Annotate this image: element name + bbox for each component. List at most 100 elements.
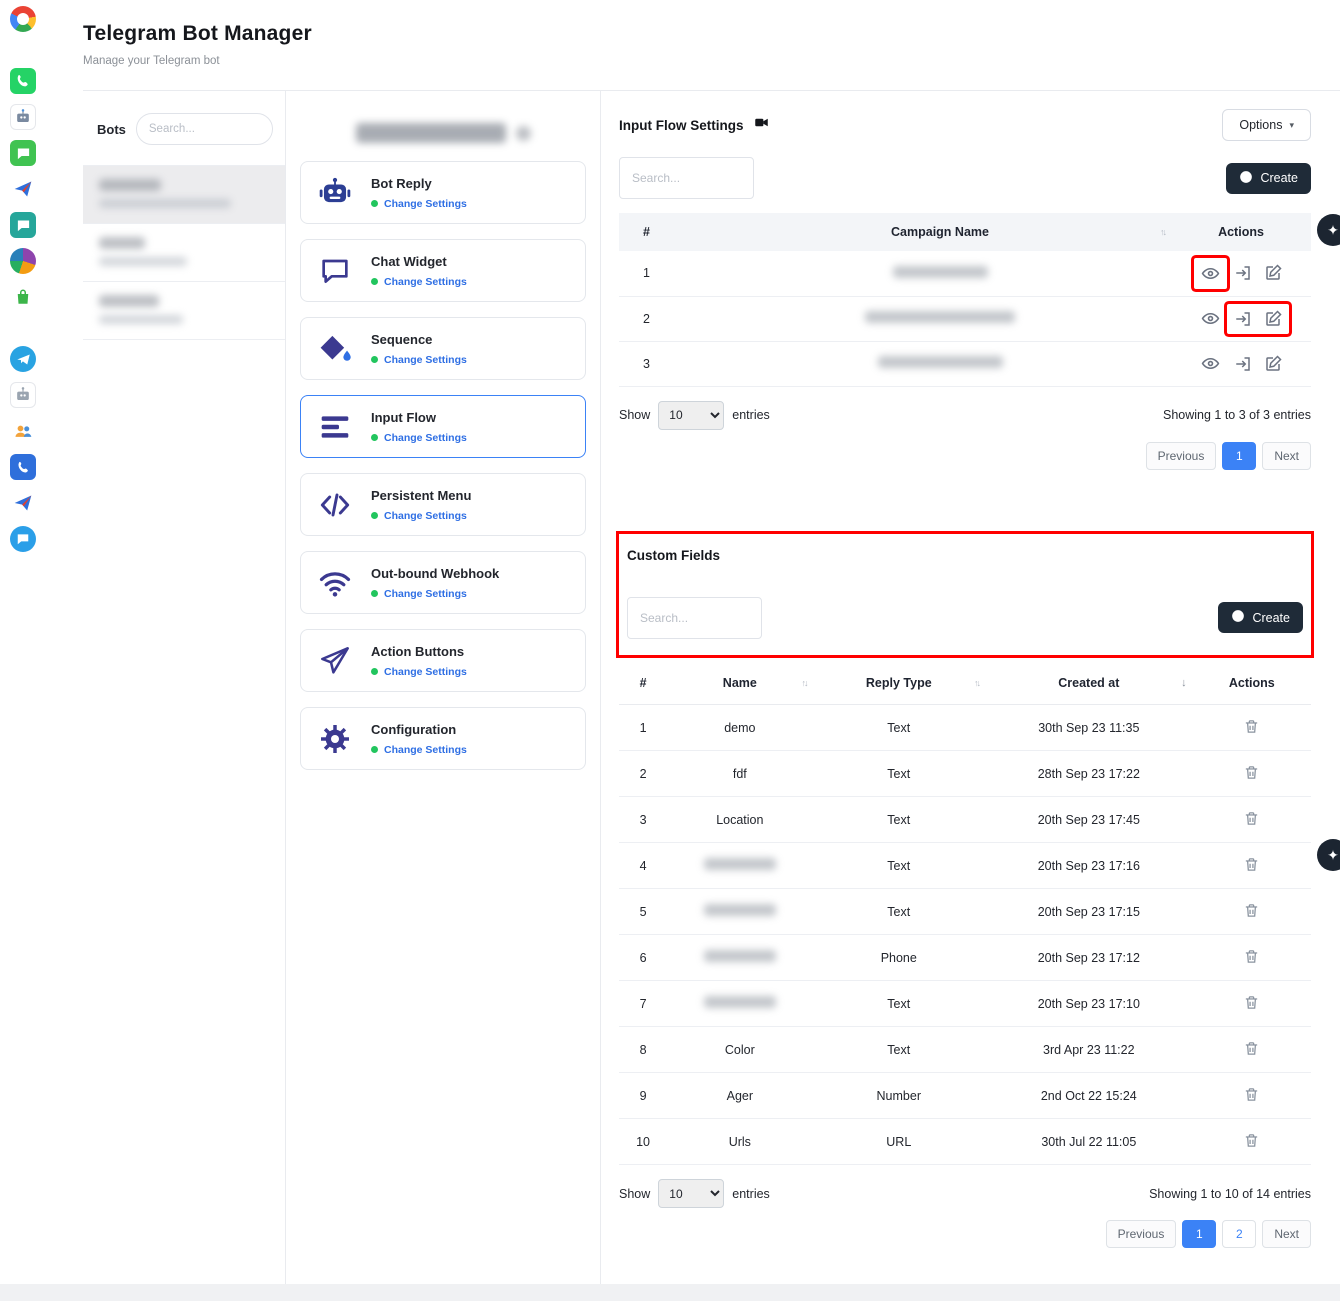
change-settings-link[interactable]: Change Settings [384, 432, 467, 444]
create-campaign-button[interactable]: Create [1226, 163, 1311, 194]
export-button[interactable] [1234, 264, 1252, 282]
status-dot [371, 356, 378, 363]
view-button[interactable] [1201, 354, 1220, 373]
change-settings-link[interactable]: Change Settings [384, 276, 467, 288]
page-1-button[interactable]: 1 [1222, 442, 1256, 470]
custom-fields-pagination: Previous 1 2 Next [619, 1220, 1311, 1248]
custom-fields-title: Custom Fields [627, 548, 1303, 563]
per-page-select[interactable]: 10 [658, 1179, 724, 1208]
custom-field-row: 8 Color Text 3rd Apr 23 11:22 [619, 1027, 1311, 1073]
delete-button[interactable] [1243, 1132, 1260, 1149]
menu-card-persistent-menu[interactable]: Persistent Menu Change Settings [300, 473, 586, 536]
whatsapp-icon[interactable] [10, 68, 36, 94]
row-number: 2 [619, 751, 667, 797]
sort-icon[interactable]: ↑↓ [1160, 227, 1165, 237]
delete-button[interactable] [1243, 1086, 1260, 1103]
menu-card-sequence[interactable]: Sequence Change Settings [300, 317, 586, 380]
delete-button[interactable] [1243, 856, 1260, 873]
export-edit-action-group [1227, 258, 1289, 288]
shopping-bag-icon[interactable] [10, 284, 36, 310]
bots-search-input[interactable] [136, 113, 273, 145]
redacted-bot-name [99, 295, 159, 307]
app-icon-rail [0, 0, 46, 1284]
delete-button[interactable] [1243, 810, 1260, 827]
chat-bot-icon[interactable] [10, 526, 36, 552]
change-settings-link[interactable]: Change Settings [384, 744, 467, 756]
custom-fields-search-input[interactable] [627, 597, 762, 639]
create-custom-field-button[interactable]: Create [1218, 602, 1303, 633]
delete-button[interactable] [1243, 948, 1260, 965]
menu-card-label: Persistent Menu [371, 488, 471, 503]
sort-icon[interactable]: ↑↓ [974, 678, 979, 688]
per-page-select[interactable]: 10 [658, 401, 724, 430]
page-header: Telegram Bot Manager Manage your Telegra… [65, 0, 1340, 90]
view-button[interactable] [1201, 309, 1220, 328]
menu-card-bot-reply[interactable]: Bot Reply Change Settings [300, 161, 586, 224]
menu-card-configuration[interactable]: Configuration Change Settings [300, 707, 586, 770]
edit-button[interactable] [1264, 264, 1282, 282]
change-settings-link[interactable]: Change Settings [384, 510, 467, 522]
gear-icon [313, 723, 357, 755]
entries-label: entries [732, 1187, 770, 1201]
view-button[interactable] [1201, 264, 1220, 283]
bot-list-item-selected[interactable] [83, 165, 285, 224]
page-1-button[interactable]: 1 [1182, 1220, 1216, 1248]
status-dot [371, 590, 378, 597]
delete-button[interactable] [1243, 764, 1260, 781]
edit-button[interactable] [1264, 310, 1282, 328]
change-settings-link[interactable]: Change Settings [384, 588, 467, 600]
bot-list-item[interactable] [83, 224, 285, 282]
telegram-plane-2-icon[interactable] [10, 490, 36, 516]
bots-label: Bots [97, 122, 126, 137]
row-number: 9 [619, 1073, 667, 1119]
menu-card-outbound-webhook[interactable]: Out-bound Webhook Change Settings [300, 551, 586, 614]
change-settings-link[interactable]: Change Settings [384, 198, 467, 210]
chat-support-icon[interactable] [10, 212, 36, 238]
campaign-search-input[interactable] [619, 157, 754, 199]
next-page-button[interactable]: Next [1262, 442, 1311, 470]
row-number: 10 [619, 1119, 667, 1165]
messenger-color-icon[interactable] [10, 248, 36, 274]
custom-fields-table-body: 1 demo Text 30th Sep 23 11:35 [619, 705, 1311, 1165]
options-button[interactable]: Options ▾ [1222, 109, 1311, 141]
change-settings-link[interactable]: Change Settings [384, 354, 467, 366]
redacted-campaign-name [865, 311, 1015, 323]
bot-app-icon[interactable] [10, 104, 36, 130]
created-at: 3rd Apr 23 11:22 [985, 1027, 1193, 1073]
bot-gray-icon[interactable] [10, 382, 36, 408]
edit-button[interactable] [1264, 355, 1282, 373]
menu-card-chat-widget[interactable]: Chat Widget Change Settings [300, 239, 586, 302]
sort-icon[interactable]: ↑↓ [802, 678, 807, 688]
user-group-icon[interactable] [10, 418, 36, 444]
created-at: 30th Sep 23 11:35 [985, 705, 1193, 751]
menu-card-input-flow[interactable]: Input Flow Change Settings [300, 395, 586, 458]
delete-button[interactable] [1243, 1040, 1260, 1057]
telegram-plane-icon[interactable] [10, 176, 36, 202]
field-name-cell [667, 843, 812, 889]
selected-bot-identity [300, 105, 586, 161]
sort-down-icon[interactable]: ↓ [1181, 677, 1187, 689]
phone-app-icon[interactable] [10, 454, 36, 480]
delete-button[interactable] [1243, 994, 1260, 1011]
menu-card-action-buttons[interactable]: Action Buttons Change Settings [300, 629, 586, 692]
previous-page-button[interactable]: Previous [1146, 442, 1217, 470]
delete-button[interactable] [1243, 718, 1260, 735]
custom-field-row: 9 Ager Number 2nd Oct 22 15:24 [619, 1073, 1311, 1119]
bot-list-item[interactable] [83, 282, 285, 340]
previous-page-button[interactable]: Previous [1106, 1220, 1177, 1248]
page-2-button[interactable]: 2 [1222, 1220, 1256, 1248]
export-button[interactable] [1234, 310, 1252, 328]
export-button[interactable] [1234, 355, 1252, 373]
change-settings-link[interactable]: Change Settings [384, 666, 467, 678]
browser-logo-icon[interactable] [10, 6, 36, 32]
whatsapp-business-icon[interactable] [10, 140, 36, 166]
custom-field-row: 10 Urls URL 30th Jul 22 11:05 [619, 1119, 1311, 1165]
telegram-icon[interactable] [10, 346, 36, 372]
view-action-group [1194, 258, 1227, 289]
next-page-button[interactable]: Next [1262, 1220, 1311, 1248]
input-flow-header: Input Flow Settings Options ▾ [619, 103, 1311, 147]
redacted-bot-username [99, 199, 231, 208]
delete-button[interactable] [1243, 902, 1260, 919]
page-subtitle: Manage your Telegram bot [83, 55, 1340, 67]
col-header-actions: Actions [1193, 663, 1311, 705]
